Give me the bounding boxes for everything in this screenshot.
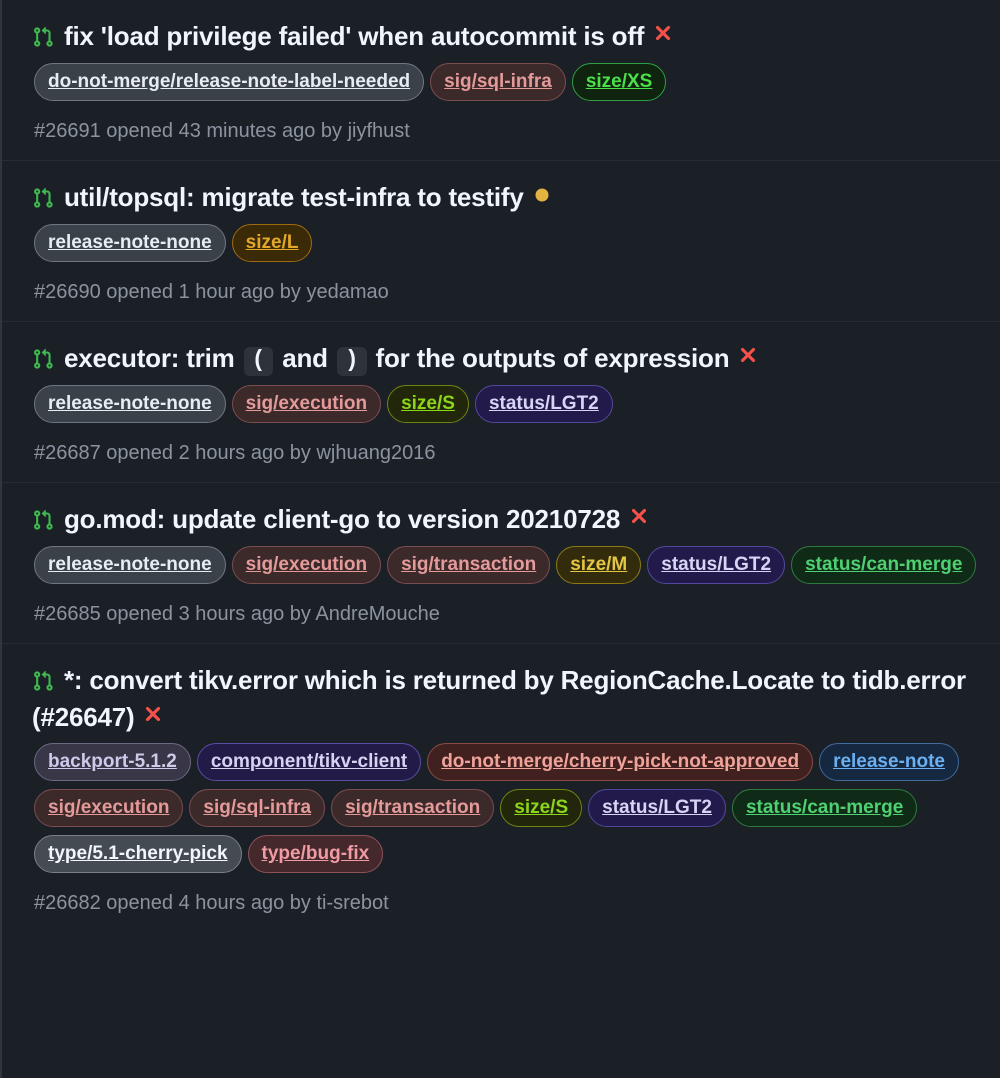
inline-code: ) — [336, 346, 367, 376]
label-release-note-none[interactable]: release-note-none — [34, 223, 226, 262]
label-group: release-note-none sig/execution size/S stat… — [34, 384, 984, 431]
pull-request-title-link[interactable]: fix 'load privilege failed' when autocom… — [64, 21, 644, 51]
label-group: do-not-merge/release-note-label-needed si… — [34, 62, 984, 109]
git-pull-request-icon — [32, 509, 54, 531]
label-release-note-none[interactable]: release-note-none — [34, 384, 226, 423]
label-size-m[interactable]: size/M — [556, 545, 642, 584]
label-size-l[interactable]: size/L — [231, 223, 313, 262]
pull-request-title-line: util/topsql: migrate test-infra to testi… — [32, 179, 984, 216]
label-size-s[interactable]: size/S — [500, 789, 583, 828]
pull-request-title-link[interactable]: util/topsql: migrate test-infra to testi… — [64, 182, 524, 212]
label-sig-sql-infra[interactable]: sig/sql-infra — [430, 62, 566, 101]
label-release-note[interactable]: release-note — [819, 743, 960, 782]
x-icon[interactable] — [142, 703, 164, 725]
label-sig-transaction[interactable]: sig/transaction — [387, 545, 551, 584]
label-sig-transaction[interactable]: sig/transaction — [331, 789, 495, 828]
pull-request-meta: #26687 opened 2 hours ago by wjhuang2016 — [34, 441, 436, 464]
label-group: release-note-none sig/execution sig/transa… — [34, 545, 984, 592]
pull-request-title-line: executor: trim ( and ) for the outputs o… — [32, 340, 984, 377]
label-type-bug-fix[interactable]: type/bug-fix — [247, 835, 384, 874]
label-status-lgt2[interactable]: status/LGT2 — [647, 545, 786, 584]
label-do-not-merge-cherry-pick-not-approved[interactable]: do-not-merge/cherry-pick-not-approved — [427, 743, 814, 782]
label-status-can-merge[interactable]: status/can-merge — [731, 789, 918, 828]
label-type-5-1-cherry-pick[interactable]: type/5.1-cherry-pick — [34, 835, 242, 874]
pull-request-row[interactable]: fix 'load privilege failed' when autocom… — [2, 0, 1000, 161]
label-sig-execution[interactable]: sig/execution — [34, 789, 184, 828]
label-status-can-merge[interactable]: status/can-merge — [791, 545, 977, 584]
label-do-not-merge-release-note-label-needed[interactable]: do-not-merge/release-note-label-needed — [34, 62, 425, 101]
pull-request-title-line: go.mod: update client-go to version 2021… — [32, 501, 984, 538]
label-backport-5-1-2[interactable]: backport-5.1.2 — [34, 743, 191, 782]
label-sig-sql-infra[interactable]: sig/sql-infra — [189, 789, 326, 828]
label-size-xs[interactable]: size/XS — [571, 62, 667, 101]
label-status-lgt2[interactable]: status/LGT2 — [588, 789, 726, 828]
pull-request-row[interactable]: executor: trim ( and ) for the outputs o… — [2, 321, 1000, 483]
pull-request-meta: #26682 opened 4 hours ago by ti-srebot — [34, 892, 389, 915]
x-icon[interactable] — [628, 505, 650, 527]
pull-request-title-link[interactable]: *: convert tikv.error which is returned … — [32, 665, 966, 732]
git-pull-request-icon — [32, 26, 54, 48]
pull-request-row[interactable]: go.mod: update client-go to version 2021… — [2, 482, 1000, 644]
label-status-lgt2[interactable]: status/LGT2 — [474, 384, 613, 423]
label-size-s[interactable]: size/S — [387, 384, 469, 423]
pull-request-row[interactable]: util/topsql: migrate test-infra to testi… — [2, 160, 1000, 322]
x-icon[interactable] — [737, 344, 759, 366]
git-pull-request-icon — [32, 187, 54, 209]
git-pull-request-icon — [32, 348, 54, 370]
pull-request-row[interactable]: *: convert tikv.error which is returned … — [2, 643, 1000, 933]
label-group: backport-5.1.2 component/tikv-client do-no… — [34, 743, 984, 881]
label-group: release-note-none size/L — [34, 223, 984, 270]
git-pull-request-icon — [32, 670, 54, 692]
label-release-note-none[interactable]: release-note-none — [34, 545, 226, 584]
label-component-tikv-client[interactable]: component/tikv-client — [196, 743, 422, 782]
pull-request-title-link[interactable]: executor: trim ( and ) for the outputs o… — [64, 343, 730, 376]
pull-request-meta: #26685 opened 3 hours ago by AndreMouche — [34, 602, 440, 625]
label-sig-execution[interactable]: sig/execution — [231, 384, 382, 423]
pull-request-list: fix 'load privilege failed' when autocom… — [0, 0, 1000, 1078]
dot-fill-icon[interactable] — [532, 185, 552, 205]
pull-request-title-line: *: convert tikv.error which is returned … — [32, 662, 984, 736]
pull-request-title-line: fix 'load privilege failed' when autocom… — [32, 18, 984, 55]
x-icon[interactable] — [652, 22, 674, 44]
pull-request-title-link[interactable]: go.mod: update client-go to version 2021… — [64, 504, 620, 534]
pull-request-meta: #26690 opened 1 hour ago by yedamao — [34, 280, 389, 303]
label-sig-execution[interactable]: sig/execution — [231, 545, 382, 584]
pull-request-meta: #26691 opened 43 minutes ago by jiyfhust — [34, 119, 410, 142]
inline-code: ( — [243, 346, 274, 376]
